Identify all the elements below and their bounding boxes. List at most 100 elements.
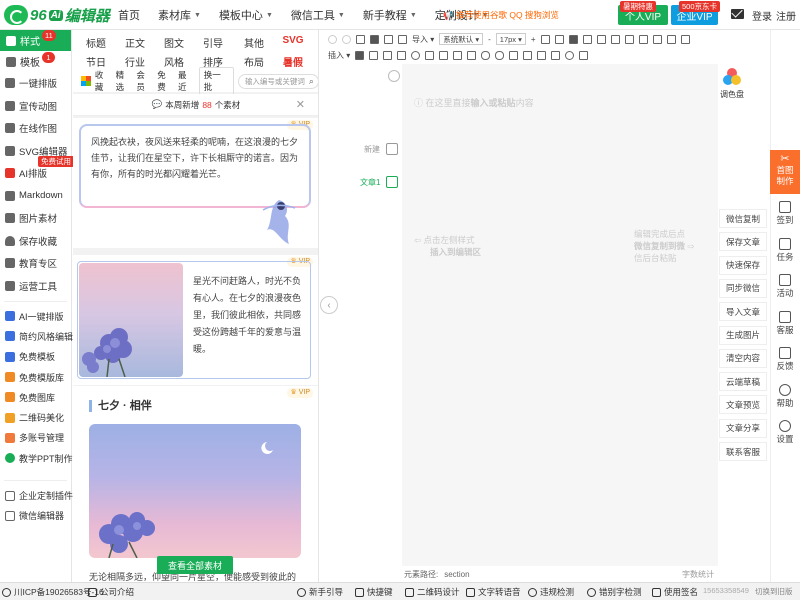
sidebar-item-online-drawing[interactable]: 在线作图 <box>0 117 71 140</box>
doc-tab-1[interactable]: 文章1 <box>360 177 380 188</box>
mail-icon[interactable] <box>731 9 744 19</box>
strikethrough-icon[interactable] <box>610 34 620 44</box>
text-to-speech-link[interactable]: 文字转语音 <box>466 586 521 598</box>
nav-templates[interactable]: 模板中心 ▼ <box>219 7 273 23</box>
sidebar-item-promo-gif[interactable]: 宣传动图 <box>0 95 71 118</box>
format-painter-icon[interactable] <box>370 34 379 44</box>
editor-canvas[interactable]: ⓘ 在这里直接输入或粘贴内容 ⇦ 点击左侧样式 插入到编辑区 编辑完成后点 微信… <box>402 64 718 566</box>
nav-materials[interactable]: 素材库 ▼ <box>158 7 201 23</box>
logo[interactable]: 96 Ai 编辑器 <box>4 4 110 26</box>
extra-enterprise-plugin[interactable]: 企业定制插件 <box>0 485 73 505</box>
company-intro-link[interactable]: 公司介绍 <box>88 586 134 598</box>
typo-check-link[interactable]: 错别字检测 <box>587 586 642 598</box>
video-icon[interactable] <box>383 50 393 60</box>
new-doc-button[interactable] <box>386 143 398 155</box>
search-input[interactable]: 输入编号或关键词 ⌕ <box>237 73 318 89</box>
sidebar-item-image-materials[interactable]: 图片素材 <box>0 207 71 230</box>
image-insert-icon[interactable] <box>355 50 365 60</box>
sidebar-item-one-click-layout[interactable]: 一键排版 <box>0 72 71 95</box>
bold-icon[interactable] <box>568 34 578 44</box>
cover-image-button[interactable]: ✂ 首图制作 <box>770 150 800 194</box>
emoji-icon[interactable] <box>411 50 421 60</box>
text-color-icon[interactable] <box>540 34 550 44</box>
view-all-materials-button[interactable]: 查看全部素材 <box>157 556 233 574</box>
action-button[interactable]: 生成图片 <box>719 325 767 345</box>
far-right-item[interactable]: 设置 <box>770 420 800 445</box>
brush-icon[interactable] <box>398 34 407 44</box>
nav-tutorial[interactable]: 新手教程 ▼ <box>363 7 417 23</box>
divider-insert-icon[interactable] <box>551 50 561 60</box>
insert-button[interactable]: 插入 ▾ <box>328 50 350 61</box>
link-icon[interactable] <box>481 50 491 60</box>
tool-simple-style[interactable]: 简约风格编辑 <box>0 326 73 346</box>
signature-link[interactable]: 使用签名 <box>652 586 698 598</box>
tab-festival[interactable]: 节日 <box>77 54 115 69</box>
material-card[interactable]: VIP 星光不问赶路人，时光不负有心人。在七夕的浪漫夜色里，我们彼此相依，共同感… <box>73 255 318 385</box>
more-icon[interactable] <box>579 50 589 60</box>
bg-color-icon[interactable] <box>554 34 564 44</box>
login-link[interactable]: 登录 <box>752 8 772 23</box>
editor-page[interactable] <box>402 64 718 566</box>
clear-format-icon[interactable] <box>356 34 365 44</box>
doc-icon[interactable] <box>386 176 398 188</box>
filter-member[interactable]: 会员 <box>136 69 153 93</box>
tool-free-templates[interactable]: 免费模板 <box>0 347 71 367</box>
far-right-item[interactable]: 反馈 <box>770 347 800 372</box>
element-path[interactable]: section <box>444 570 469 579</box>
switch-old-version-link[interactable]: 切换到旧版 <box>755 586 793 597</box>
align-left-icon[interactable] <box>624 34 634 44</box>
indent-icon[interactable] <box>453 50 463 60</box>
filter-free[interactable]: 免费 <box>157 69 174 93</box>
color-palette-button[interactable]: 调色盘 <box>720 68 744 100</box>
underline-icon[interactable] <box>596 34 606 44</box>
far-right-item[interactable]: 任务 <box>770 237 800 263</box>
align-right-icon[interactable] <box>652 34 662 44</box>
settings-gear-icon[interactable] <box>388 70 400 82</box>
music-icon[interactable] <box>397 50 407 60</box>
extra-wechat-editor[interactable]: 微信编辑器 <box>0 506 71 526</box>
search-icon[interactable]: ⌕ <box>309 76 314 87</box>
action-button[interactable]: 文章分享 <box>719 418 767 438</box>
action-button[interactable]: 快速保存 <box>719 255 767 275</box>
font-size-increase[interactable]: + <box>531 35 536 44</box>
tab-summer[interactable]: 暑假 <box>274 54 312 69</box>
filter-featured[interactable]: 精选 <box>116 69 133 93</box>
tool-teaching-ppt[interactable]: 教学PPT制作 <box>0 448 73 468</box>
border-icon[interactable] <box>467 50 477 60</box>
sidebar-item-markdown[interactable]: Markdown <box>0 185 71 208</box>
font-family-select[interactable]: 系统默认 ▾ <box>439 33 484 45</box>
tab-body[interactable]: 正文 <box>116 35 154 50</box>
find-replace-icon[interactable] <box>565 50 575 60</box>
import-button[interactable]: 导入 ▾ <box>412 34 434 45</box>
tool-free-template-library[interactable]: 免费模版库 <box>0 367 71 387</box>
unlink-icon[interactable] <box>495 50 505 60</box>
violation-check-link[interactable]: 违规检测 <box>528 586 574 598</box>
tab-image-text[interactable]: 图文 <box>155 35 193 50</box>
tool-multi-account[interactable]: 多账号管理 <box>0 428 71 448</box>
action-button[interactable]: 清空内容 <box>719 348 767 368</box>
italic-icon[interactable] <box>582 34 592 44</box>
superscript-icon[interactable] <box>509 50 519 60</box>
action-button[interactable]: 同步微信 <box>719 278 767 298</box>
action-button[interactable]: 保存文章 <box>719 232 767 252</box>
shortcut-link[interactable]: 快捷键 <box>355 586 393 598</box>
sidebar-item-saved[interactable]: 保存收藏 <box>0 230 71 253</box>
qr-design-link[interactable]: 二维码设计 <box>405 586 460 598</box>
register-link[interactable]: 注册 <box>776 8 796 23</box>
tab-svg[interactable]: SVG <box>274 35 312 46</box>
numbered-list-icon[interactable] <box>439 50 449 60</box>
close-icon[interactable]: ✕ <box>296 98 305 111</box>
enterprise-vip-button[interactable]: 500京东卡 企业VIP <box>671 1 721 25</box>
swap-batch-button[interactable]: 换一批 <box>198 67 234 95</box>
tab-guide[interactable]: 引导 <box>194 35 232 50</box>
action-button[interactable]: 导入文章 <box>719 302 767 322</box>
sidebar-tab-style[interactable]: 样式 11 <box>0 30 71 51</box>
sidebar-item-ops-tools[interactable]: 运营工具 <box>0 275 71 298</box>
filter-favorites[interactable]: 收藏 <box>95 69 112 93</box>
far-right-item[interactable]: 签到 <box>770 201 800 226</box>
action-button[interactable]: 联系客服 <box>719 442 767 461</box>
tool-ai-one-click[interactable]: AI一键排版 <box>0 306 71 326</box>
beginner-guide-link[interactable]: 新手引导 <box>297 586 343 598</box>
redo-icon[interactable] <box>342 34 351 44</box>
action-button[interactable]: 云端草稿 <box>719 372 767 392</box>
